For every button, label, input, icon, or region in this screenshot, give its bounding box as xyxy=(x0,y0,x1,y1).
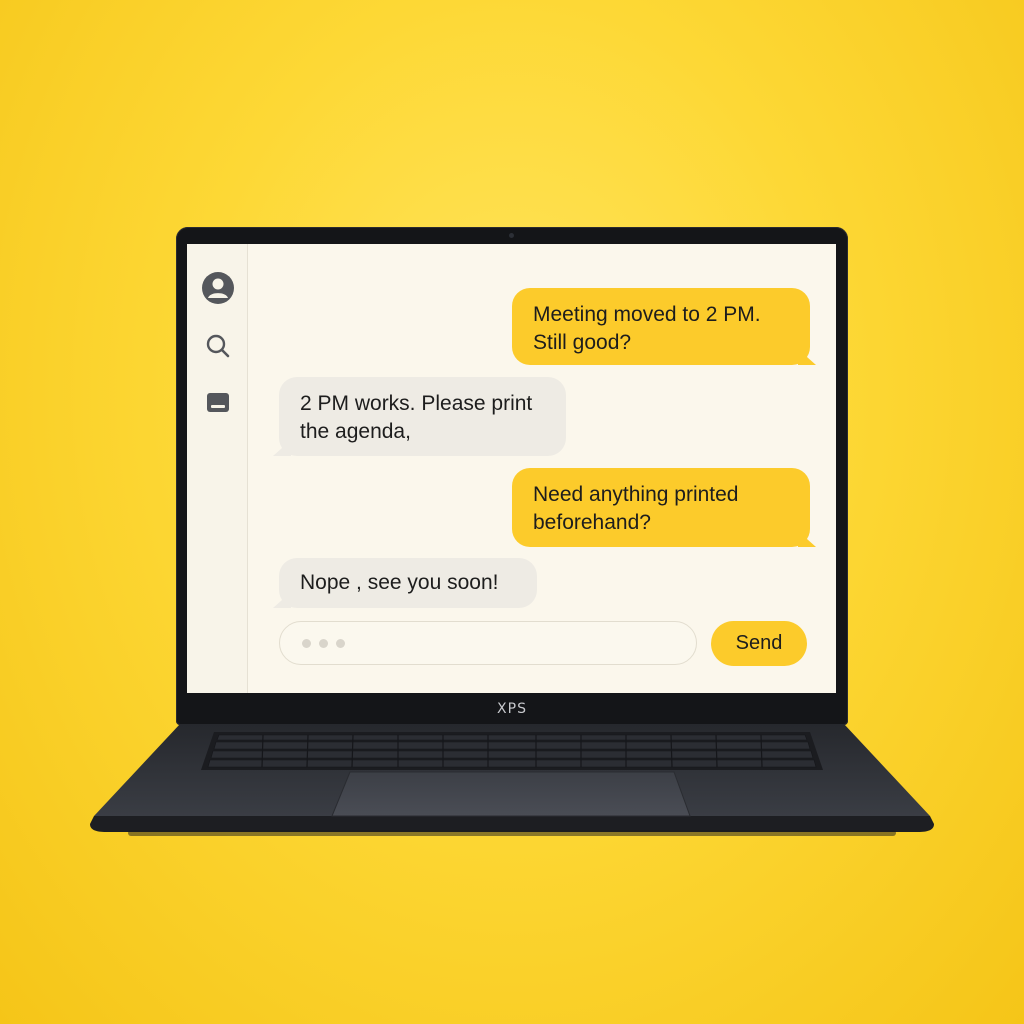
laptop-base xyxy=(88,724,936,840)
laptop-lid: Meeting moved to 2 PM. Still good? 2 PM … xyxy=(176,227,848,725)
message-outgoing: Need anything printed beforehand? xyxy=(512,468,810,547)
message-outgoing: Meeting moved to 2 PM. Still good? xyxy=(512,288,810,365)
touchpad[interactable] xyxy=(331,771,691,817)
send-button[interactable]: Send xyxy=(711,621,807,666)
search-icon[interactable] xyxy=(201,329,235,363)
profile-icon[interactable] xyxy=(201,271,235,305)
inbox-icon[interactable] xyxy=(201,386,235,420)
chat-screen: Meeting moved to 2 PM. Still good? 2 PM … xyxy=(187,244,836,693)
keyboard xyxy=(201,732,823,770)
sidebar xyxy=(187,244,248,693)
webcam xyxy=(509,233,514,238)
typing-indicator-icon xyxy=(302,639,345,648)
brand-logo: XPS xyxy=(497,701,527,717)
message-incoming: 2 PM works. Please print the agenda, xyxy=(279,377,566,456)
message-incoming: Nope , see you soon! xyxy=(279,558,537,608)
message-input[interactable] xyxy=(279,621,697,665)
